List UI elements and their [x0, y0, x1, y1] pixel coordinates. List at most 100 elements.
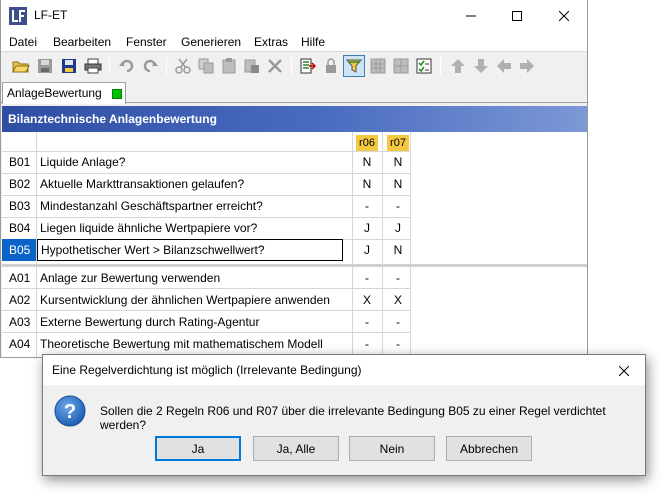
open-folder-icon[interactable] — [10, 55, 32, 77]
rule-cell-r06[interactable]: - — [356, 333, 378, 355]
condition-row-b01[interactable]: B01 Liquide Anlage? N N — [2, 151, 587, 173]
action-row-a04[interactable]: A04 Theoretische Bewertung mit mathemati… — [2, 333, 587, 355]
undo-icon[interactable] — [116, 55, 138, 77]
rule-cell-r07[interactable]: N — [387, 239, 409, 261]
table-icon[interactable] — [367, 55, 389, 77]
rule-cell-r07[interactable]: N — [387, 173, 409, 195]
menu-bar: Datei Bearbeiten Fenster Generieren Extr… — [1, 31, 587, 51]
menu-datei[interactable]: Datei — [9, 35, 37, 49]
copy-icon[interactable] — [195, 55, 217, 77]
menu-hilfe[interactable]: Hilfe — [301, 35, 325, 49]
tab-strip: AnlageBewertung — [1, 81, 587, 104]
rule-header-r07[interactable]: r07 — [387, 135, 409, 151]
menu-fenster[interactable]: Fenster — [126, 35, 167, 49]
rule-cell-r06[interactable]: - — [356, 267, 378, 289]
title-bar[interactable]: LF-ET — [1, 0, 587, 31]
toolbar-separator — [166, 57, 167, 75]
cut-icon[interactable] — [172, 55, 194, 77]
condition-row-b04[interactable]: B04 Liegen liquide ähnliche Wertpapiere … — [2, 217, 587, 239]
condition-id: B02 — [9, 177, 31, 191]
close-button[interactable] — [541, 0, 587, 31]
action-text[interactable]: Anlage zur Bewertung verwenden — [37, 267, 343, 289]
condition-text[interactable]: Liquide Anlage? — [37, 151, 343, 173]
condition-row-b03[interactable]: B03 Mindestanzahl Geschäftspartner errei… — [2, 195, 587, 217]
paste-special-icon[interactable] — [241, 55, 263, 77]
condition-row-b05[interactable]: B05 Hypothetischer Wert > Bilanzschwellw… — [2, 239, 587, 261]
question-icon: ? — [54, 395, 86, 427]
condition-text[interactable]: Hypothetischer Wert > Bilanzschwellwert? — [37, 239, 343, 261]
yes-button[interactable]: Ja — [155, 436, 241, 461]
rule-cell-r06[interactable]: J — [356, 239, 378, 261]
print-icon[interactable] — [82, 55, 104, 77]
rule-cell-r07[interactable]: X — [387, 289, 409, 311]
rule-cell-r07[interactable]: - — [387, 195, 409, 217]
rule-cell-r06[interactable]: N — [356, 173, 378, 195]
save-icon[interactable] — [34, 55, 56, 77]
window-title: LF-ET — [34, 8, 68, 22]
dialog-title: Eine Regelverdichtung ist möglich (Irrel… — [52, 363, 362, 377]
no-button[interactable]: Nein — [349, 436, 435, 461]
rule-cell-r06[interactable]: J — [356, 217, 378, 239]
condition-text[interactable]: Mindestanzahl Geschäftspartner erreicht? — [37, 195, 343, 217]
rule-cell-r07[interactable]: - — [387, 267, 409, 289]
compaction-dialog: Eine Regelverdichtung ist möglich (Irrel… — [42, 354, 646, 476]
arrow-right-icon[interactable] — [516, 55, 538, 77]
action-row-a02[interactable]: A02 Kursentwicklung der ähnlichen Wertpa… — [2, 289, 587, 311]
rule-cell-r07[interactable]: J — [387, 217, 409, 239]
tab-anlagebewertung[interactable]: AnlageBewertung — [2, 82, 126, 104]
rule-cell-r06[interactable]: - — [356, 195, 378, 217]
rule-cell-r07[interactable]: - — [387, 333, 409, 355]
arrow-down-icon[interactable] — [470, 55, 492, 77]
condition-row-b02[interactable]: B02 Aktuelle Markttransaktionen gelaufen… — [2, 173, 587, 195]
action-id: A02 — [9, 293, 31, 307]
action-text[interactable]: Externe Bewertung durch Rating-Agentur — [37, 311, 343, 333]
paste-icon[interactable] — [218, 55, 240, 77]
main-window: LF-ET Datei Bearbeiten Fenster Generiere… — [0, 0, 588, 358]
section-header: Bilanztechnische Anlagenbewertung — [2, 106, 587, 132]
condition-id: B03 — [9, 199, 31, 213]
rule-cell-r06[interactable]: X — [356, 289, 378, 311]
save-as-icon[interactable] — [58, 55, 80, 77]
rule-header-r06[interactable]: r06 — [356, 135, 378, 151]
action-id: A04 — [9, 337, 31, 351]
toolbar-separator — [291, 57, 292, 75]
dialog-message: Sollen die 2 Regeln R06 und R07 über die… — [100, 404, 606, 432]
export-icon[interactable] — [297, 55, 319, 77]
cancel-button[interactable]: Abbrechen — [446, 436, 532, 461]
condition-id: B01 — [9, 155, 31, 169]
grid-icon[interactable] — [390, 55, 412, 77]
yes-all-button[interactable]: Ja, Alle — [253, 436, 339, 461]
action-id: A01 — [9, 271, 31, 285]
menu-generieren[interactable]: Generieren — [181, 35, 241, 49]
funnel-icon[interactable] — [343, 55, 365, 77]
decision-table: r06 r07 B01 Liquide Anlage? N N B02 Aktu… — [2, 132, 587, 357]
dialog-title-bar[interactable]: Eine Regelverdichtung ist möglich (Irrel… — [43, 355, 645, 385]
arrow-up-icon[interactable] — [447, 55, 469, 77]
action-row-a03[interactable]: A03 Externe Bewertung durch Rating-Agent… — [2, 311, 587, 333]
close-icon — [619, 366, 629, 376]
condition-id: B04 — [9, 221, 31, 235]
toolbar-separator — [440, 57, 441, 75]
action-text[interactable]: Kursentwicklung der ähnlichen Wertpapier… — [37, 289, 343, 311]
rule-cell-r06[interactable]: - — [356, 311, 378, 333]
lock-icon[interactable] — [320, 55, 342, 77]
action-row-a01[interactable]: A01 Anlage zur Bewertung verwenden - - — [2, 267, 587, 289]
rule-cell-r07[interactable]: - — [387, 311, 409, 333]
condition-text[interactable]: Liegen liquide ähnliche Wertpapiere vor? — [37, 217, 343, 239]
maximize-button[interactable] — [494, 0, 540, 31]
rule-cell-r07[interactable]: N — [387, 151, 409, 173]
arrow-left-icon[interactable] — [493, 55, 515, 77]
menu-extras[interactable]: Extras — [254, 35, 288, 49]
delete-icon[interactable] — [264, 55, 286, 77]
action-text[interactable]: Theoretische Bewertung mit mathematische… — [37, 333, 343, 355]
checklist-icon[interactable] — [413, 55, 435, 77]
action-id: A03 — [9, 315, 31, 329]
menu-bearbeiten[interactable]: Bearbeiten — [53, 35, 111, 49]
tab-status-indicator — [112, 89, 122, 99]
svg-text:?: ? — [64, 401, 76, 423]
dialog-close-button[interactable] — [613, 360, 635, 382]
condition-text[interactable]: Aktuelle Markttransaktionen gelaufen? — [37, 173, 343, 195]
redo-icon[interactable] — [139, 55, 161, 77]
minimize-button[interactable] — [448, 0, 494, 31]
rule-cell-r06[interactable]: N — [356, 151, 378, 173]
